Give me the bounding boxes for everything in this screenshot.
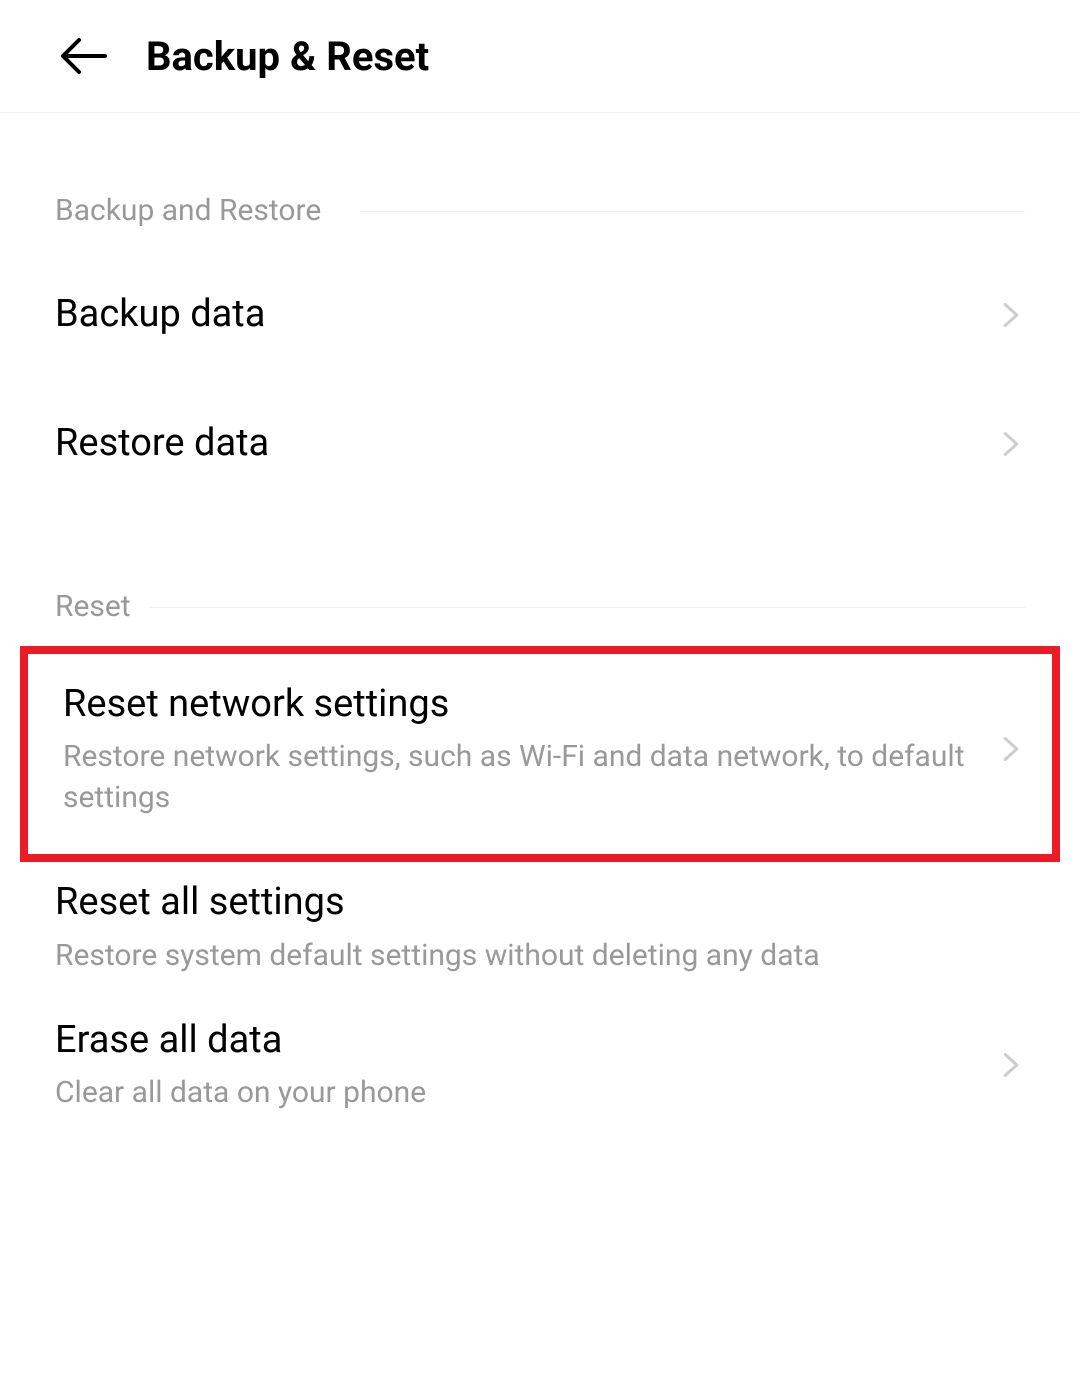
chevron-right-icon — [997, 1051, 1025, 1079]
content-area: Backup and Restore Backup data Restore d… — [0, 113, 1080, 1138]
erase-all-data-item[interactable]: Erase all data Clear all data on your ph… — [0, 1000, 1080, 1138]
section-gap — [0, 509, 1080, 589]
item-text: Backup data — [55, 290, 985, 339]
item-text: Erase all data Clear all data on your ph… — [55, 1016, 985, 1114]
header-bar: Backup & Reset — [0, 0, 1080, 113]
item-subtitle: Clear all data on your phone — [55, 1073, 985, 1114]
section-header-reset: Reset — [0, 589, 1080, 646]
item-title: Backup data — [55, 290, 985, 339]
back-button[interactable] — [58, 30, 110, 82]
item-text: Reset network settings Restore network s… — [63, 680, 985, 818]
item-subtitle: Restore network settings, such as Wi-Fi … — [63, 737, 985, 818]
item-subtitle: Restore system default settings without … — [55, 936, 1025, 977]
page-title: Backup & Reset — [146, 33, 429, 80]
item-text: Restore data — [55, 419, 985, 468]
item-title: Reset network settings — [63, 680, 985, 729]
reset-all-settings-item[interactable]: Reset all settings Restore system defaul… — [0, 862, 1080, 1000]
chevron-right-icon — [997, 301, 1025, 329]
item-text: Reset all settings Restore system defaul… — [55, 878, 1025, 976]
restore-data-item[interactable]: Restore data — [0, 379, 1080, 508]
chevron-right-icon — [997, 735, 1025, 763]
item-title: Reset all settings — [55, 878, 1025, 927]
arrow-left-icon — [61, 38, 107, 74]
backup-data-item[interactable]: Backup data — [0, 250, 1080, 379]
chevron-right-icon — [997, 430, 1025, 458]
section-header-backup: Backup and Restore — [0, 193, 1080, 250]
item-title: Restore data — [55, 419, 985, 468]
reset-network-settings-item[interactable]: Reset network settings Restore network s… — [20, 646, 1060, 862]
item-title: Erase all data — [55, 1016, 985, 1065]
